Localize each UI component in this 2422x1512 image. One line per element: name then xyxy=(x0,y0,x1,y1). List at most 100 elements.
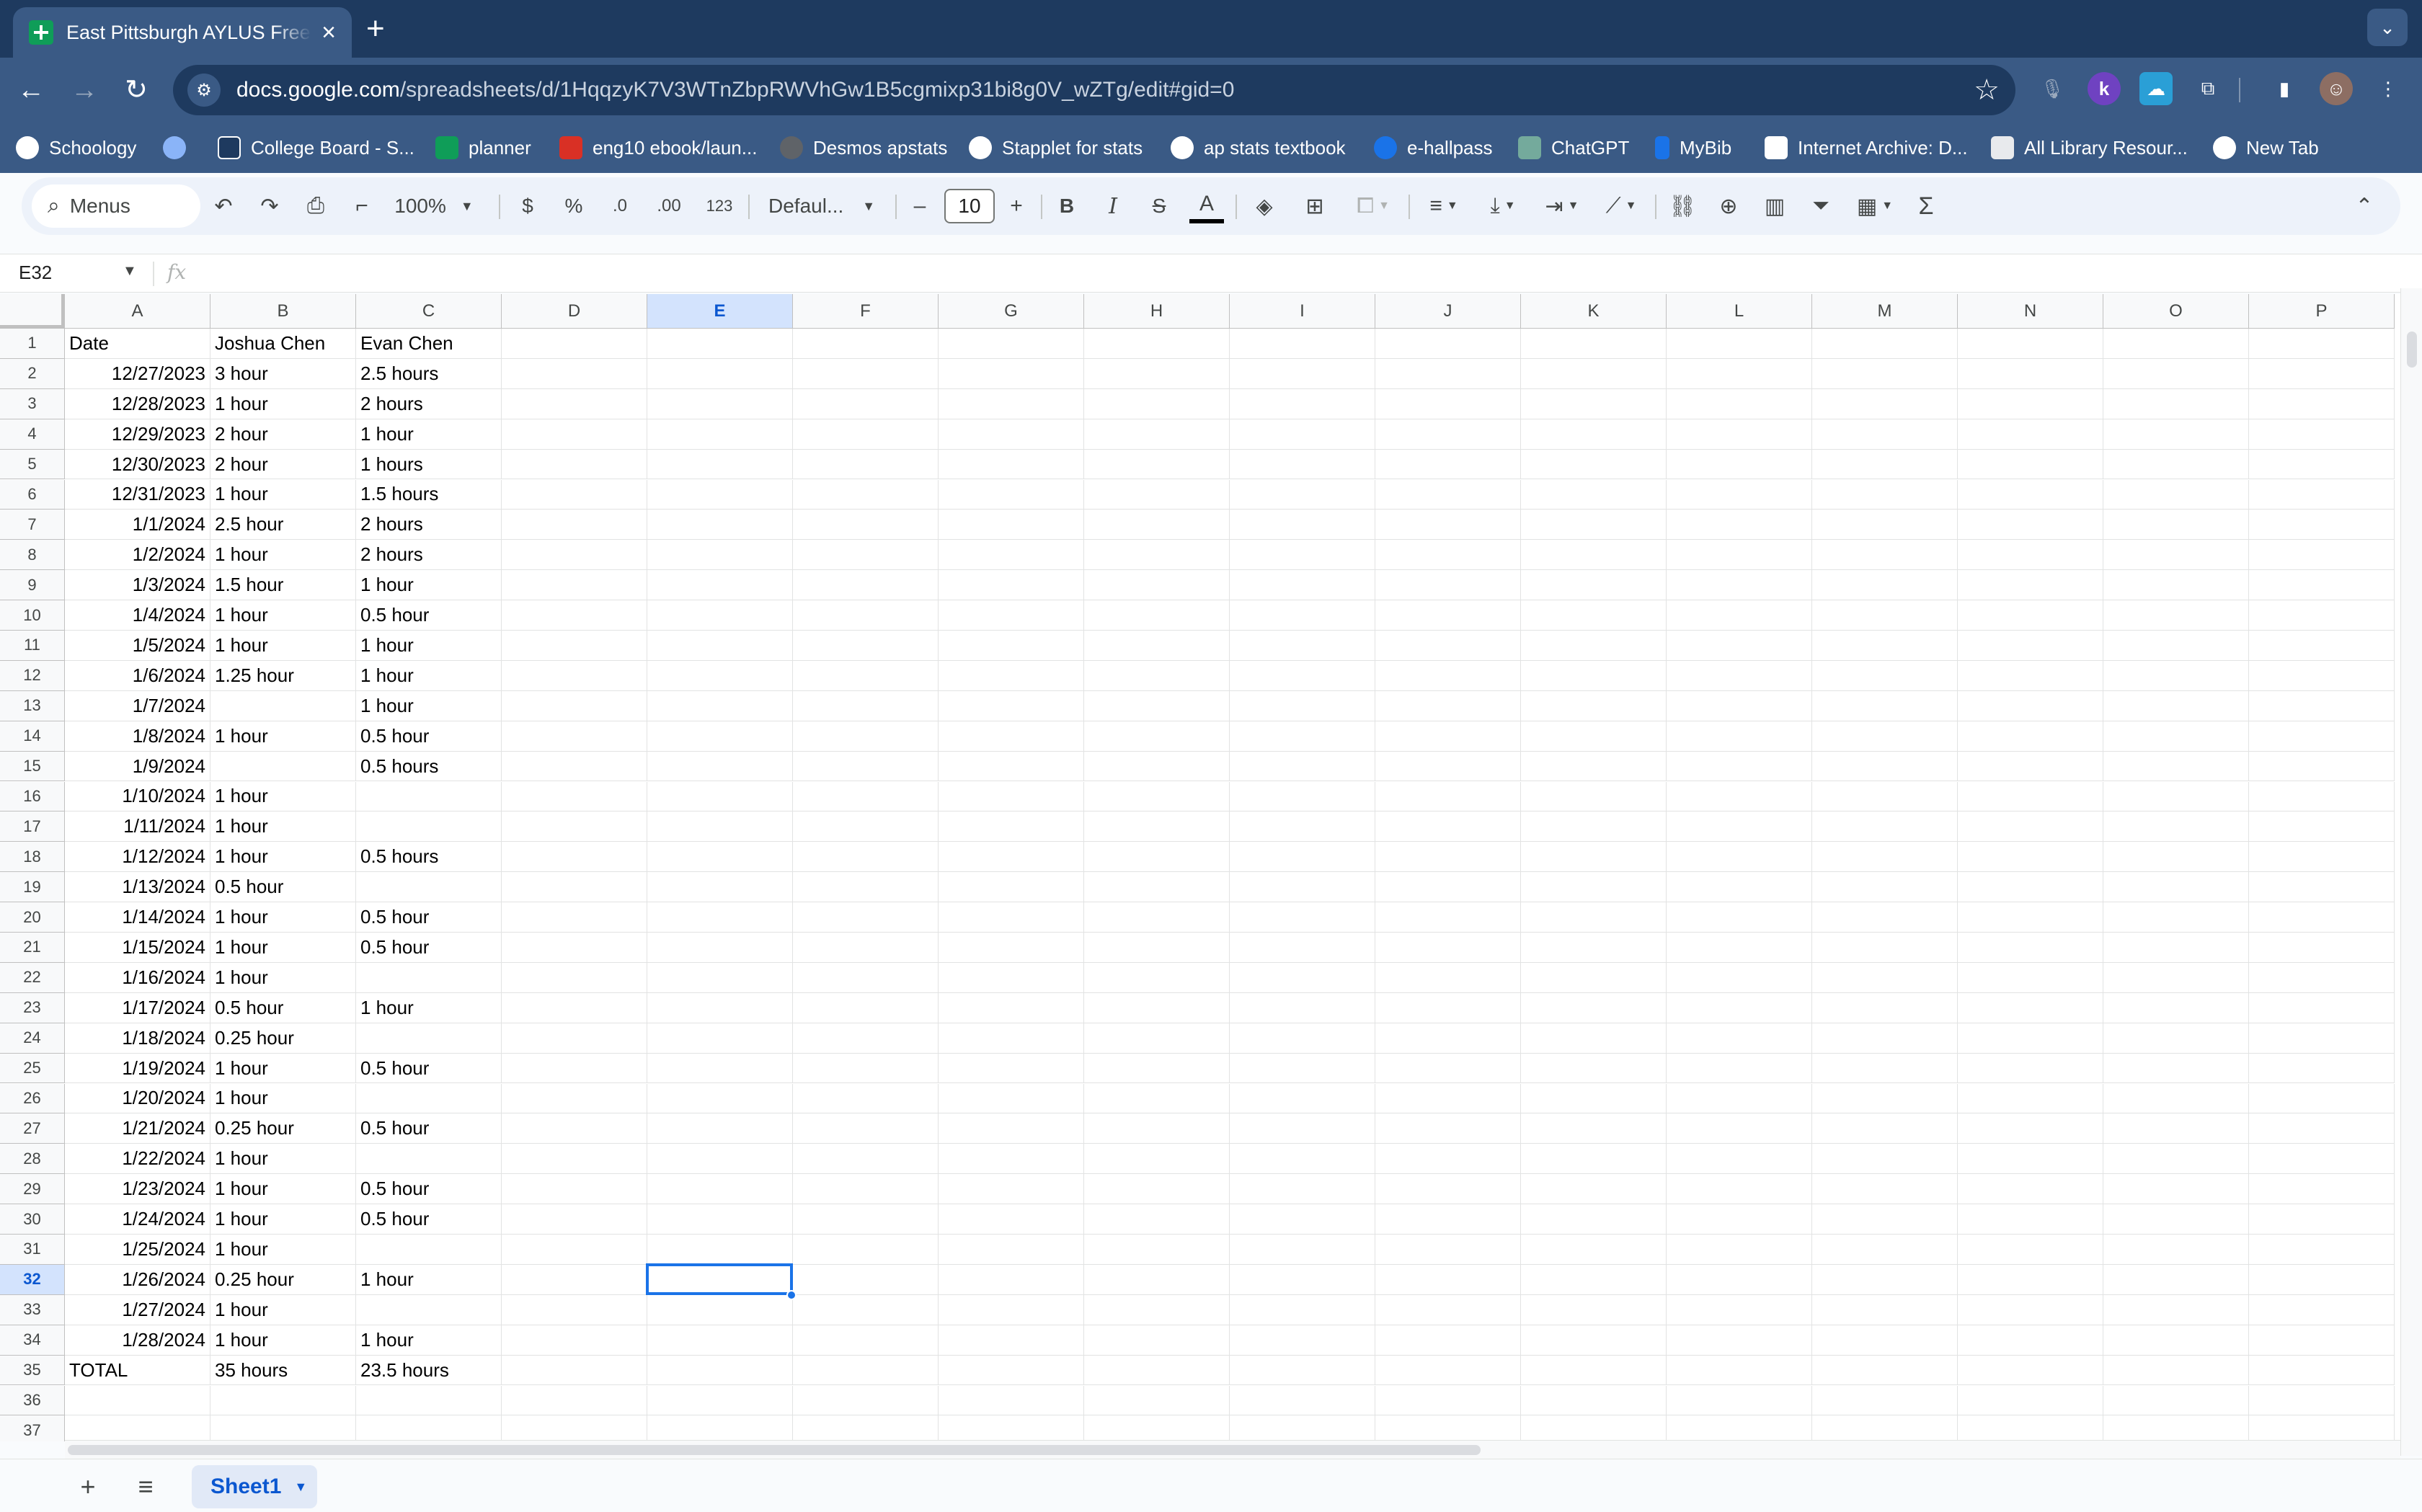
grid-cell[interactable] xyxy=(1667,388,1812,419)
row-header[interactable]: 31 xyxy=(0,1235,65,1265)
grid-cell[interactable] xyxy=(939,933,1084,963)
grid-cell[interactable] xyxy=(1375,600,1521,631)
grid-cell[interactable] xyxy=(1375,842,1521,873)
grid-cell[interactable] xyxy=(1958,660,2103,691)
grid-cell[interactable] xyxy=(1230,449,1375,480)
grid-cell[interactable] xyxy=(1230,329,1375,359)
grid-cell[interactable] xyxy=(502,1355,647,1386)
grid-cell[interactable] xyxy=(1084,1113,1230,1144)
grid-cell[interactable] xyxy=(1667,1053,1812,1084)
grid-cell[interactable] xyxy=(2249,540,2395,571)
grid-cell[interactable] xyxy=(1521,1264,1667,1295)
row-header[interactable]: 16 xyxy=(0,781,65,812)
grid-cell[interactable] xyxy=(793,419,939,450)
undo-icon[interactable]: ↶ xyxy=(206,189,241,223)
row-header[interactable]: 8 xyxy=(0,540,65,571)
column-header-m[interactable]: M xyxy=(1812,294,1958,329)
grid-cell[interactable] xyxy=(356,1385,502,1416)
grid-cell[interactable] xyxy=(1667,962,1812,993)
grid-cell[interactable] xyxy=(793,902,939,933)
grid-cell[interactable]: 1/5/2024 xyxy=(65,631,210,661)
grid-cell[interactable] xyxy=(1084,992,1230,1023)
back-arrow-icon[interactable]: ← xyxy=(13,72,49,108)
grid-cell[interactable] xyxy=(793,842,939,873)
grid-cell[interactable] xyxy=(2103,540,2249,571)
bookmark-planner[interactable]: planner xyxy=(435,133,531,163)
grid-cell[interactable] xyxy=(2249,1144,2395,1175)
grid-cell[interactable]: 1 hour xyxy=(210,933,356,963)
grid-cell[interactable]: 0.25 hour xyxy=(210,1023,356,1054)
grid-cell[interactable]: 1.5 hours xyxy=(356,479,502,510)
grid-cell[interactable] xyxy=(1521,1294,1667,1325)
grid-cell[interactable] xyxy=(502,690,647,721)
grid-cell[interactable] xyxy=(1521,419,1667,450)
grid-cell[interactable] xyxy=(793,690,939,721)
grid-cell[interactable] xyxy=(1812,1053,1958,1084)
grid-cell[interactable] xyxy=(1521,751,1667,782)
grid-cell[interactable] xyxy=(1521,510,1667,541)
grid-cell[interactable]: 0.5 hours xyxy=(356,842,502,873)
new-tab-plus-icon[interactable]: + xyxy=(366,13,385,45)
grid-cell[interactable] xyxy=(1521,690,1667,721)
grid-cell[interactable] xyxy=(2249,1023,2395,1054)
grid-cell[interactable]: 1/26/2024 xyxy=(65,1264,210,1295)
tab-close-icon[interactable]: × xyxy=(321,20,336,45)
grid-cell[interactable] xyxy=(1084,1325,1230,1356)
row-header[interactable]: 1 xyxy=(0,329,65,359)
grid-cell[interactable] xyxy=(210,690,356,721)
grid-cell[interactable] xyxy=(1812,1355,1958,1386)
bookmark-star-icon[interactable]: ☆ xyxy=(1974,74,2000,107)
row-header[interactable]: 2 xyxy=(0,358,65,389)
grid-cell[interactable] xyxy=(1375,1204,1521,1235)
grid-cell[interactable] xyxy=(1958,992,2103,1023)
grid-cell[interactable] xyxy=(1667,1023,1812,1054)
grid-cell[interactable] xyxy=(502,1325,647,1356)
grid-cell[interactable] xyxy=(502,358,647,389)
grid-cell[interactable]: 12/29/2023 xyxy=(65,419,210,450)
grid-cell[interactable] xyxy=(1375,660,1521,691)
grid-cell[interactable] xyxy=(1958,781,2103,812)
grid-cell[interactable] xyxy=(1958,1113,2103,1144)
grid-cell[interactable] xyxy=(502,1083,647,1114)
grid-cell[interactable] xyxy=(2249,510,2395,541)
grid-cell[interactable] xyxy=(1958,510,2103,541)
row-header[interactable]: 29 xyxy=(0,1174,65,1205)
grid-cell[interactable] xyxy=(502,962,647,993)
grid-cell[interactable] xyxy=(356,1083,502,1114)
grid-cell[interactable] xyxy=(2103,1023,2249,1054)
grid-cell[interactable] xyxy=(1667,449,1812,480)
grid-cell[interactable] xyxy=(1667,1264,1812,1295)
grid-cell[interactable] xyxy=(647,1053,793,1084)
grid-cell[interactable] xyxy=(2249,1204,2395,1235)
grid-cell[interactable] xyxy=(2103,660,2249,691)
grid-cell[interactable]: 3 hour xyxy=(210,358,356,389)
grid-cell[interactable] xyxy=(2249,419,2395,450)
grid-cell[interactable] xyxy=(1230,510,1375,541)
grid-cell[interactable] xyxy=(2249,1294,2395,1325)
grid-cell[interactable] xyxy=(356,781,502,812)
grid-cell[interactable] xyxy=(1812,1235,1958,1265)
grid-cell[interactable] xyxy=(1667,660,1812,691)
grid-cell[interactable] xyxy=(1084,358,1230,389)
grid-cell[interactable] xyxy=(1812,992,1958,1023)
grid-cell[interactable] xyxy=(502,631,647,661)
grid-cell[interactable] xyxy=(1084,690,1230,721)
grid-cell[interactable] xyxy=(1667,1385,1812,1416)
grid-cell[interactable] xyxy=(502,992,647,1023)
tab-search-chevron-icon[interactable]: ⌄ xyxy=(2367,9,2408,46)
grid-cell[interactable] xyxy=(2103,631,2249,661)
grid-cell[interactable] xyxy=(1084,479,1230,510)
grid-cell[interactable] xyxy=(2249,570,2395,601)
grid-cell[interactable] xyxy=(1375,1083,1521,1114)
grid-cell[interactable] xyxy=(647,388,793,419)
grid-cell[interactable]: 1 hour xyxy=(210,1294,356,1325)
grid-cell[interactable]: 1 hour xyxy=(356,419,502,450)
grid-cell[interactable] xyxy=(1958,1023,2103,1054)
row-header[interactable]: 6 xyxy=(0,479,65,510)
row-header[interactable]: 9 xyxy=(0,570,65,601)
bookmark-e-hallpass[interactable]: e-hallpass xyxy=(1374,133,1493,163)
grid-cell[interactable] xyxy=(1375,419,1521,450)
grid-cell[interactable] xyxy=(1230,1083,1375,1114)
grid-cell[interactable] xyxy=(1958,721,2103,752)
grid-cell[interactable] xyxy=(2103,1174,2249,1205)
